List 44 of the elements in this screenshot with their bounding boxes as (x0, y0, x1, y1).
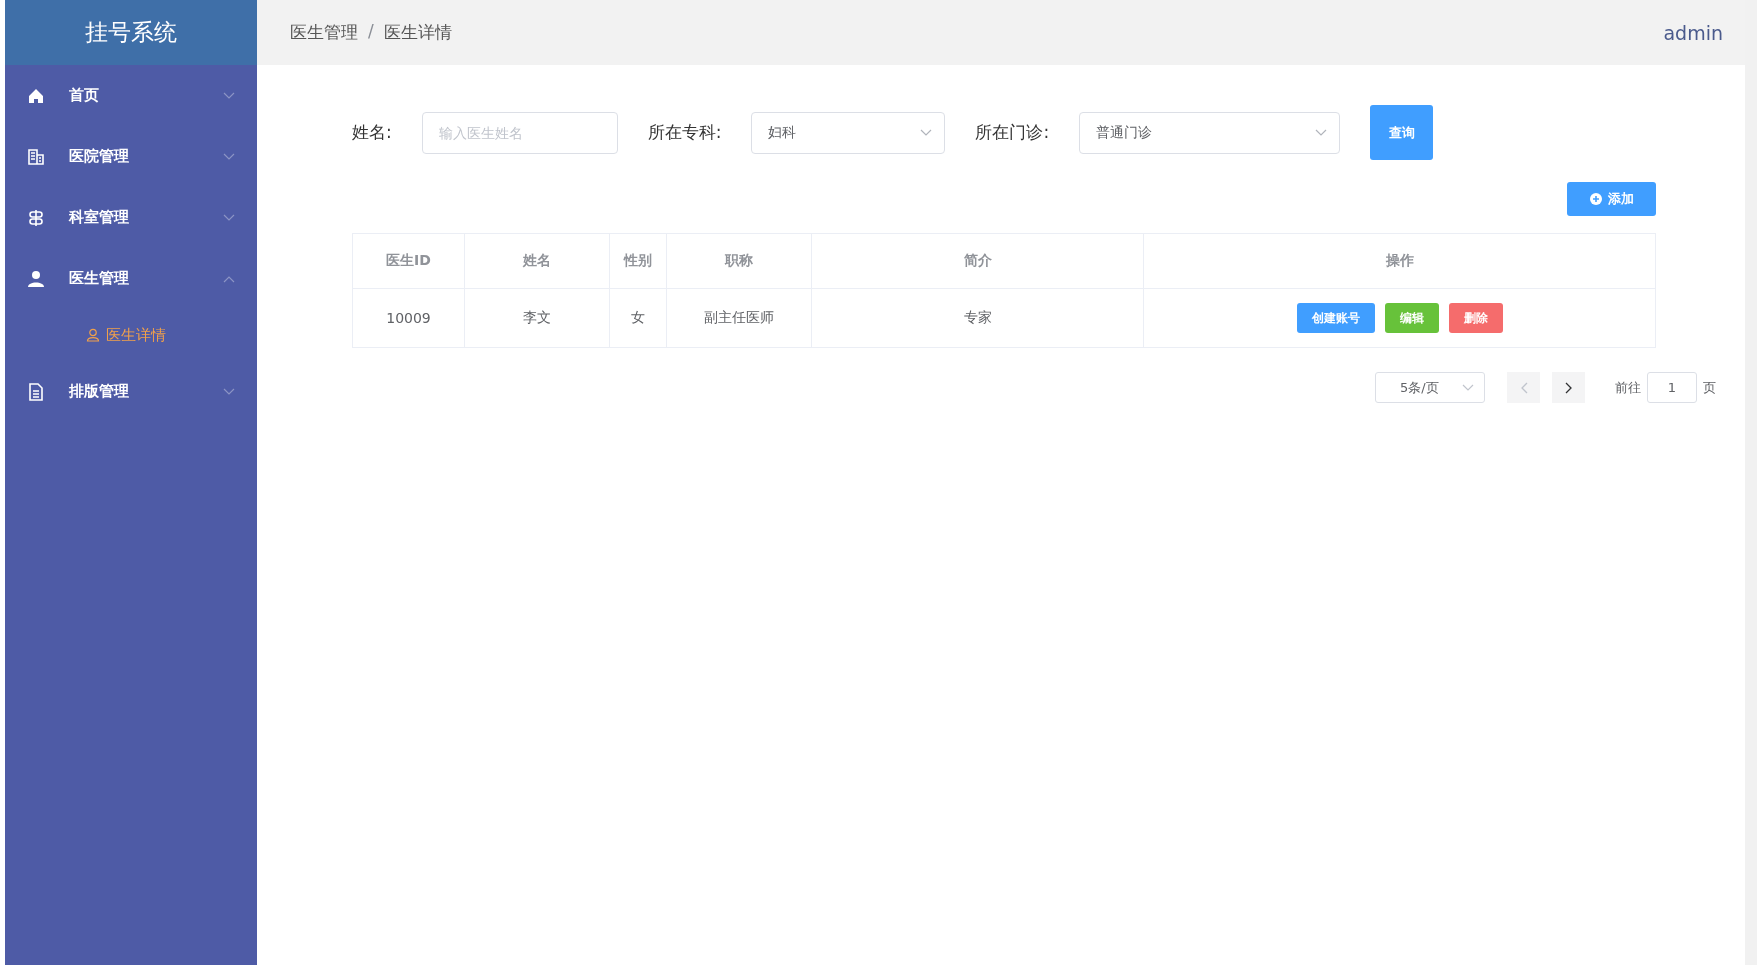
signpost-icon (27, 208, 45, 227)
user-icon (27, 269, 45, 288)
column-header: 性别 (609, 233, 667, 289)
column-header: 操作 (1143, 233, 1656, 289)
home-icon (27, 86, 45, 105)
breadcrumb-item[interactable]: 医生详情 (383, 21, 452, 44)
chevron-right-icon (1564, 381, 1573, 394)
document-icon (27, 382, 45, 401)
menu-item[interactable]: 科室管理 (5, 187, 257, 248)
breadcrumb-separator: / (368, 21, 374, 43)
table-cell: 女 (609, 288, 667, 348)
select-dropdown[interactable]: 普通门诊 (1079, 111, 1341, 154)
page-label: 页 (1703, 378, 1716, 397)
menu-item[interactable]: 首页 (5, 65, 257, 126)
menu-item[interactable]: 医院管理 (5, 126, 257, 187)
chevron-left-icon (1519, 381, 1528, 394)
column-header: 简介 (811, 233, 1144, 289)
breadcrumb-item[interactable]: 医生管理 (290, 21, 358, 44)
username[interactable]: admin (1663, 21, 1723, 44)
table-cell: 李文 (464, 288, 610, 348)
page-size-select[interactable]: 5条/页 (1375, 372, 1485, 403)
chevron-down-icon (920, 128, 933, 137)
field-label: 所在专科: (647, 121, 722, 144)
chevron-down-icon (1315, 128, 1328, 137)
column-header: 职称 (666, 233, 812, 289)
name-input[interactable]: 输入医生姓名 (421, 111, 618, 154)
building-icon (27, 147, 45, 166)
menu-item[interactable]: 医生管理 (5, 248, 257, 309)
plus-circle-icon (1589, 193, 1602, 205)
app-title: 挂号系统 (5, 0, 257, 65)
table-cell: 专家 (811, 288, 1144, 348)
field-label: 姓名: (352, 121, 392, 144)
goto-label: 前往 (1615, 378, 1641, 397)
field-label: 所在门诊: (975, 121, 1050, 144)
column-header: 医生ID (352, 233, 465, 289)
column-header: 姓名 (464, 233, 610, 289)
chevron-down-icon (1462, 383, 1474, 392)
table-cell: 副主任医师 (666, 288, 812, 348)
page-input[interactable]: 1 (1647, 372, 1697, 403)
user-outline-icon (86, 328, 100, 342)
select-dropdown[interactable]: 妇科 (751, 111, 946, 154)
next-page-button[interactable] (1552, 372, 1585, 403)
table-cell: 10009 (352, 288, 465, 348)
menu-item[interactable]: 排版管理 (5, 361, 257, 422)
